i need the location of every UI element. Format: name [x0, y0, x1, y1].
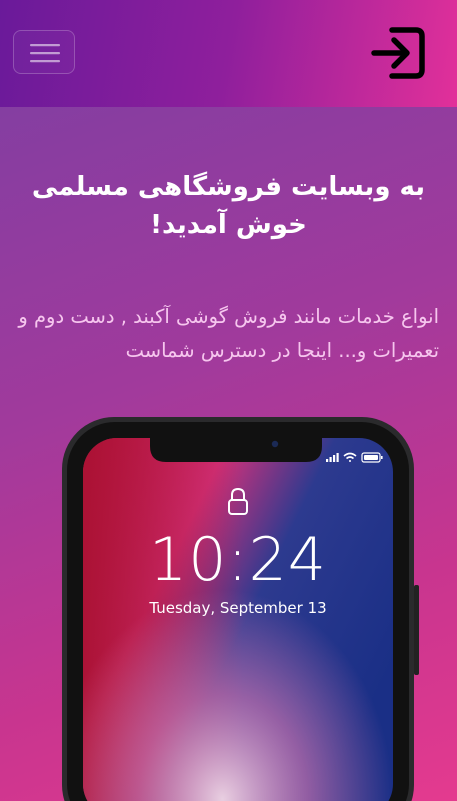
hero-title: به وبسایت فروشگاهی مسلمی خوش آمدید!: [31, 172, 426, 240]
sign-in-icon[interactable]: [370, 22, 428, 84]
lockscreen-time: 10:24: [149, 525, 327, 595]
lock-icon: [228, 487, 248, 515]
navbar: [0, 0, 457, 107]
menu-toggle-button[interactable]: [13, 30, 75, 74]
battery-icon: [361, 452, 383, 463]
lockscreen-date: Tuesday, September 13: [149, 599, 327, 617]
phone-mockup: [0, 0, 457, 801]
wifi-icon: [343, 452, 357, 462]
signal-icon: [326, 453, 339, 462]
status-bar-icons: [326, 452, 383, 463]
hamburger-menu-icon: [30, 44, 60, 63]
hero-description: انواع خدمات مانند فروش گوشی آکبند , دست …: [18, 305, 439, 362]
